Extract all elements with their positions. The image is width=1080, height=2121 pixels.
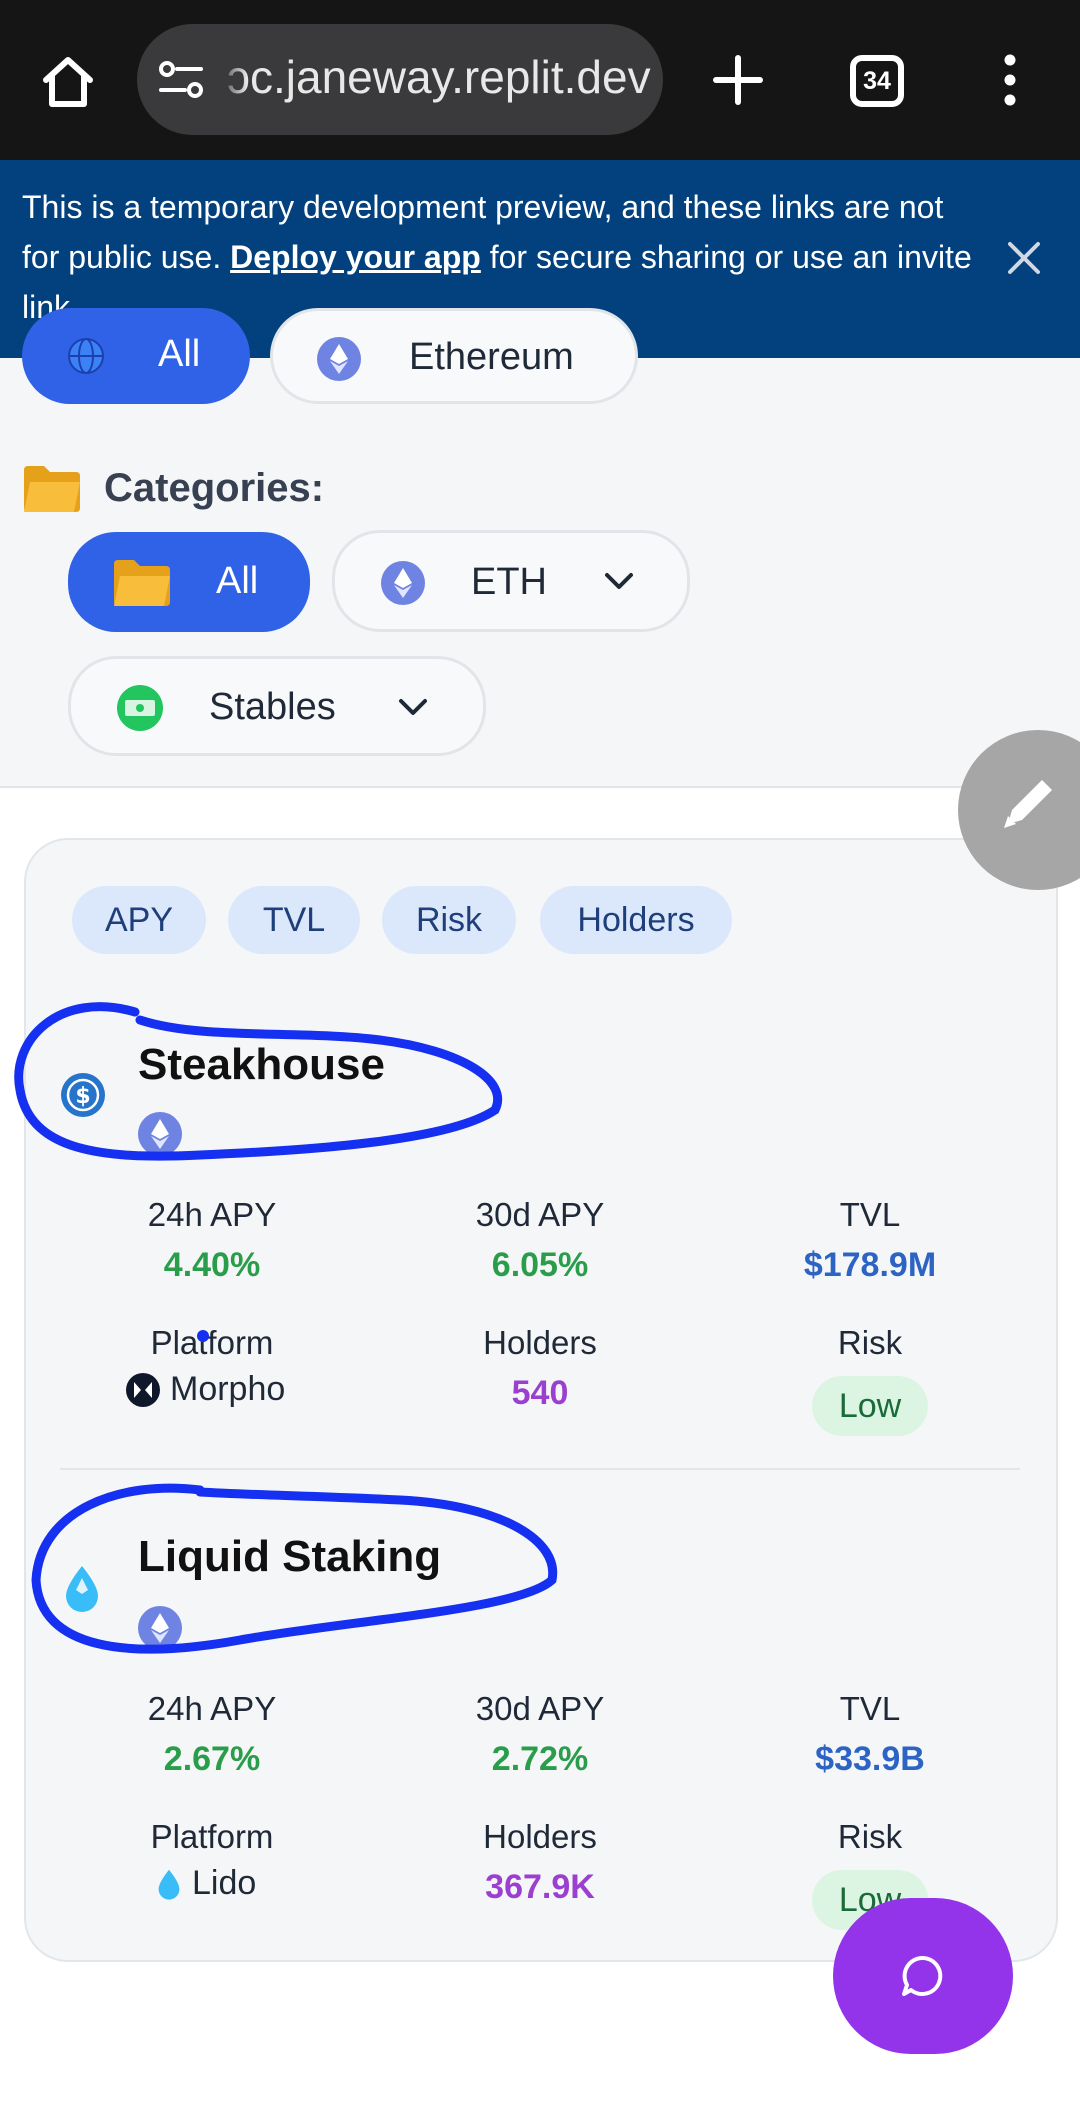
- stat-label: 30d APY: [475, 1690, 605, 1727]
- new-tab-icon[interactable]: [710, 52, 766, 108]
- ethereum-icon: [381, 561, 425, 605]
- tvl-value: $33.9B: [815, 1740, 925, 1778]
- deploy-app-link[interactable]: Deploy your app: [230, 239, 481, 275]
- stat-label: Holders: [483, 1324, 597, 1361]
- platform-value: Lido: [156, 1864, 256, 1903]
- folder-icon: [114, 560, 170, 606]
- more-menu-icon[interactable]: [996, 52, 1024, 108]
- holders-value: 540: [511, 1374, 569, 1412]
- site-info-icon[interactable]: [157, 58, 205, 102]
- network-chip-label: Ethereum: [409, 336, 574, 378]
- network-chip-ethereum[interactable]: Ethereum: [270, 308, 638, 404]
- sort-chip-tvl[interactable]: TVL: [228, 886, 360, 954]
- apy-30d-value: 6.05%: [491, 1246, 589, 1284]
- category-chip-label: All: [216, 560, 259, 602]
- usdc-icon: $: [61, 1073, 105, 1117]
- home-icon[interactable]: [40, 54, 96, 110]
- chat-bubble-icon: [902, 1955, 943, 1996]
- sort-chip-holders[interactable]: Holders: [540, 886, 732, 954]
- sort-chip-apy[interactable]: APY: [72, 886, 206, 954]
- pool-name: Liquid Staking: [138, 1532, 442, 1581]
- address-bar[interactable]: ɔc.janeway.replit.dev: [137, 24, 663, 135]
- stat-label: Platform: [150, 1818, 274, 1855]
- apy-24h-value: 4.40%: [163, 1246, 261, 1284]
- sort-chip-risk[interactable]: Risk: [382, 886, 516, 954]
- category-chip-label: Stables: [209, 686, 336, 728]
- category-chip-label: ETH: [471, 561, 547, 603]
- stat-label: TVL: [839, 1690, 901, 1727]
- folder-icon: [24, 466, 80, 512]
- url-fade: [219, 24, 247, 135]
- lido-drop-icon: [66, 1566, 98, 1612]
- morpho-icon: [126, 1372, 160, 1407]
- ethereum-icon: [138, 1606, 182, 1650]
- ethereum-icon: [138, 1112, 182, 1156]
- apy-24h-value: 2.67%: [163, 1740, 261, 1778]
- banknote-icon: [117, 685, 163, 731]
- chevron-down-icon: [605, 573, 633, 589]
- holders-value: 367.9K: [485, 1868, 595, 1906]
- ethereum-icon: [317, 337, 361, 381]
- stat-label: Risk: [837, 1324, 903, 1361]
- apy-30d-value: 2.72%: [491, 1740, 589, 1778]
- stat-label: 24h APY: [147, 1196, 277, 1233]
- tab-switcher-button[interactable]: 34: [850, 55, 904, 107]
- stat-label: Holders: [483, 1818, 597, 1855]
- stat-label: 24h APY: [147, 1690, 277, 1727]
- categories-label: Categories:: [104, 466, 325, 510]
- network-chip-all[interactable]: All: [22, 308, 250, 404]
- platform-value: Morpho: [126, 1370, 285, 1409]
- lido-drop-icon: [158, 1869, 180, 1900]
- pencil-icon: [1004, 780, 1052, 828]
- browser-toolbar: ɔc.janeway.replit.dev 34: [0, 0, 1080, 160]
- chevron-down-icon: [399, 699, 427, 715]
- pool-name: Steakhouse: [138, 1040, 385, 1089]
- filter-panel: All Ethereum Categories: All ETH Stables: [0, 308, 1080, 788]
- globe-icon: [68, 338, 104, 374]
- network-chip-label: All: [158, 333, 201, 375]
- row-divider: [60, 1468, 1020, 1470]
- pool-results-card: APY TVL Risk Holders $ Steakhouse 24h AP…: [24, 838, 1058, 1962]
- category-chip-stables[interactable]: Stables: [68, 656, 486, 756]
- svg-text:$: $: [75, 1084, 90, 1109]
- category-chip-all[interactable]: All: [68, 532, 310, 632]
- stat-label: Risk: [837, 1818, 903, 1855]
- stat-label: TVL: [839, 1196, 901, 1233]
- url-text: ɔc.janeway.replit.dev: [227, 51, 651, 103]
- category-chip-eth[interactable]: ETH: [332, 530, 690, 632]
- risk-badge: Low: [812, 1376, 928, 1436]
- stat-label: Platform: [150, 1324, 274, 1361]
- tvl-value: $178.9M: [803, 1246, 937, 1284]
- stat-label: 30d APY: [475, 1196, 605, 1233]
- close-icon[interactable]: [1004, 238, 1044, 278]
- chat-button[interactable]: [833, 1898, 1013, 2054]
